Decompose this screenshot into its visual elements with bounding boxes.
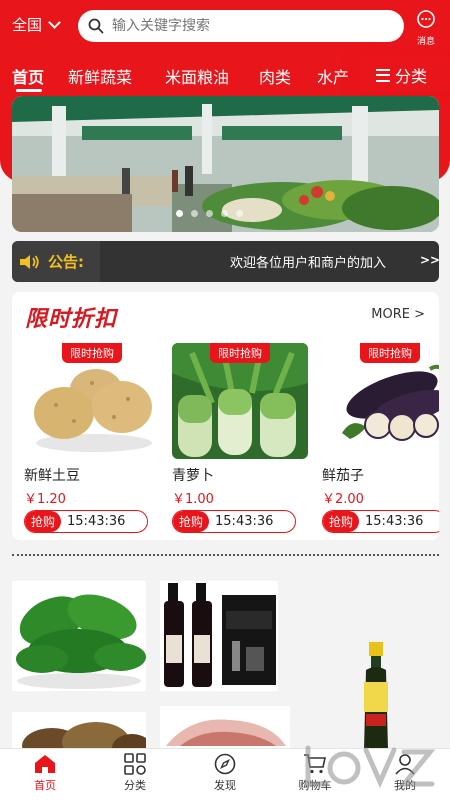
countdown-timer[interactable]: 抢购 15:43:36 xyxy=(172,510,296,533)
notice-label: 公告: xyxy=(48,253,84,271)
wine-set-image xyxy=(160,581,278,691)
product-tile-mushroom[interactable] xyxy=(12,712,146,752)
nav-category[interactable]: 分类 xyxy=(105,753,165,793)
buy-now-button[interactable]: 抢购 xyxy=(173,511,210,532)
product-image-eggplant[interactable]: 限时抢购 xyxy=(322,343,439,459)
city-selector[interactable]: 全国 xyxy=(12,14,61,35)
carousel-dot[interactable] xyxy=(206,210,213,217)
countdown-time: 15:43:36 xyxy=(67,514,126,529)
product-tile-meat[interactable] xyxy=(160,706,290,752)
search-icon xyxy=(88,18,104,34)
message-label: 消息 xyxy=(416,37,435,47)
flash-sale-tag: 限时抢购 xyxy=(360,343,420,363)
tab-seafood[interactable]: 水产 xyxy=(317,64,349,88)
notice-label-block: 公告: xyxy=(12,241,100,282)
product-name: 新鲜土豆 xyxy=(24,468,80,484)
notice-text: 欢迎各位用户和商户的加入 xyxy=(230,256,387,271)
product-price: ￥1.20 xyxy=(24,492,66,507)
site-watermark-logo xyxy=(305,745,436,789)
nav-discover-label: 发现 xyxy=(214,779,236,792)
lamb-chop-image xyxy=(160,706,290,752)
flash-sale-tag: 限时抢购 xyxy=(210,343,270,363)
notice-more-button[interactable]: >> xyxy=(420,253,439,267)
flash-sale-more-link[interactable]: MORE > xyxy=(371,307,425,322)
product-name: 鲜茄子 xyxy=(322,468,364,484)
buy-now-button[interactable]: 抢购 xyxy=(25,511,62,532)
carousel-dot[interactable] xyxy=(221,210,228,217)
section-divider xyxy=(12,554,439,556)
buy-now-button[interactable]: 抢购 xyxy=(323,511,360,532)
top-bar: 全国 消息 xyxy=(0,0,450,52)
countdown-time: 15:43:36 xyxy=(215,514,274,529)
nav-category-label: 分类 xyxy=(124,779,146,792)
countdown-timer[interactable]: 抢购 15:43:36 xyxy=(322,510,439,533)
product-tile-wine[interactable] xyxy=(160,581,278,691)
spinach-image xyxy=(12,581,146,691)
tab-home[interactable]: 首页 xyxy=(12,64,44,88)
carousel-dot[interactable] xyxy=(236,210,243,217)
flash-sale-card[interactable]: 限时抢购 新鲜土豆 ￥1.20 抢购 15:43:36 xyxy=(24,343,164,533)
dried-mushroom-image xyxy=(12,712,146,752)
tab-grain-oil[interactable]: 米面粮油 xyxy=(165,64,229,88)
product-name: 青萝卜 xyxy=(172,468,214,484)
message-button[interactable]: 消息 xyxy=(412,9,440,47)
product-image-potato[interactable]: 限时抢购 xyxy=(24,343,160,459)
flash-sale-section: 限时折扣 MORE > 限时抢购 新鲜土豆 ￥1.20 抢购 15:43:36 … xyxy=(12,292,439,540)
flash-sale-title: 限时折扣 xyxy=(25,307,118,332)
flash-sale-card[interactable]: 限时抢购 鲜茄子 ￥2.00 抢购 15:43:36 xyxy=(322,343,439,533)
home-icon xyxy=(35,755,55,773)
product-tile-spinach[interactable] xyxy=(12,581,146,691)
message-icon xyxy=(417,10,435,28)
active-tab-indicator xyxy=(16,89,42,92)
category-menu-label: 分类 xyxy=(395,67,428,86)
product-image-radish[interactable]: 限时抢购 xyxy=(172,343,308,459)
product-tile-sauce[interactable] xyxy=(352,640,400,752)
app-screen: 全国 消息 首页 新鲜蔬菜 米面粮油 肉类 水产 分类 xyxy=(0,0,450,800)
nav-home[interactable]: 首页 xyxy=(15,753,75,793)
carousel-dot[interactable] xyxy=(191,210,198,217)
notice-bar[interactable]: 公告: 欢迎各位用户和商户的加入 >> xyxy=(12,241,439,282)
flash-sale-card[interactable]: 限时抢购 青萝卜 ￥1.00 抢购 15:43:36 xyxy=(172,343,312,533)
menu-icon xyxy=(376,68,390,82)
search-input[interactable] xyxy=(112,18,382,34)
nav-home-label: 首页 xyxy=(34,779,56,792)
category-menu-button[interactable]: 分类 xyxy=(360,58,450,92)
search-bar[interactable] xyxy=(78,10,404,42)
product-price: ￥1.00 xyxy=(172,492,214,507)
tab-vegetables[interactable]: 新鲜蔬菜 xyxy=(68,64,132,88)
countdown-timer[interactable]: 抢购 15:43:36 xyxy=(24,510,148,533)
tab-meat[interactable]: 肉类 xyxy=(259,64,291,88)
carousel-dots xyxy=(176,210,243,217)
product-price: ￥2.00 xyxy=(322,492,364,507)
carousel-dot[interactable] xyxy=(176,210,183,217)
city-label: 全国 xyxy=(12,16,43,34)
nav-discover[interactable]: 发现 xyxy=(195,753,255,793)
compass-icon xyxy=(214,753,236,775)
flash-sale-tag: 限时抢购 xyxy=(62,343,122,363)
speaker-icon xyxy=(20,254,39,269)
chevron-down-icon xyxy=(48,15,61,29)
countdown-time: 15:43:36 xyxy=(365,514,424,529)
soy-sauce-bottle-image xyxy=(364,642,388,750)
grid-icon xyxy=(124,753,146,775)
